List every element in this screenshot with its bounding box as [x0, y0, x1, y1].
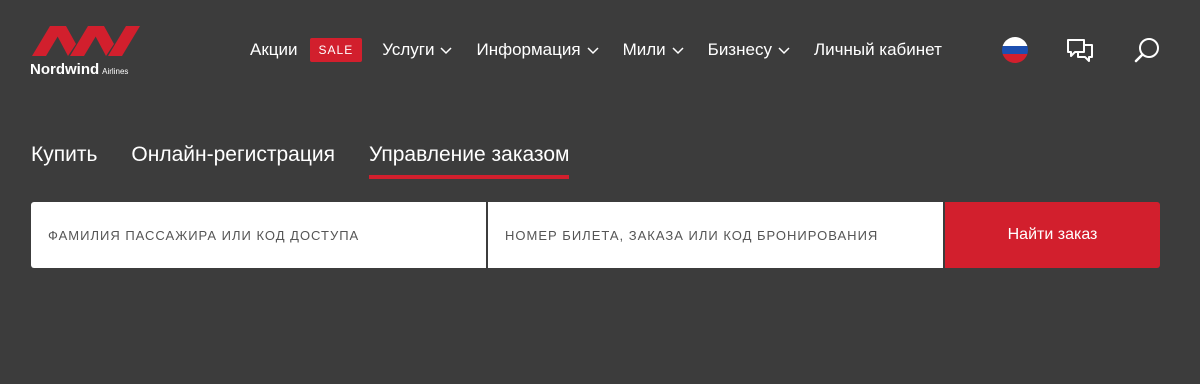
nav-item-label: Акции	[250, 40, 298, 59]
logo-wordmark: Nordwind Airlines	[30, 61, 128, 78]
tab-online-checkin[interactable]: Онлайн-регистрация	[131, 143, 335, 179]
chevron-down-icon	[778, 40, 790, 60]
passenger-surname-input[interactable]	[48, 202, 486, 268]
nav-item-label: Бизнесу	[707, 40, 772, 59]
tab-manage-booking[interactable]: Управление заказом	[368, 143, 570, 179]
nav-item-label: Информация	[476, 40, 581, 59]
search-button[interactable]	[1131, 34, 1163, 66]
chevron-down-icon	[587, 40, 599, 60]
brand-suffix: Airlines	[102, 67, 129, 76]
nav-item-information[interactable]: Информация	[476, 40, 599, 60]
nav-item-services[interactable]: Услуги	[382, 40, 453, 60]
language-switcher[interactable]	[999, 34, 1031, 66]
find-booking-button[interactable]: Найти заказ	[945, 202, 1160, 268]
tab-buy[interactable]: Купить	[31, 143, 97, 179]
chevron-down-icon	[440, 40, 453, 60]
russian-flag-icon	[1002, 37, 1028, 63]
brand-name: Nordwind	[30, 61, 100, 78]
nav-item-label: Услуги	[382, 40, 435, 59]
nav-item-miles[interactable]: Мили	[623, 40, 684, 60]
nordwind-logo-mark-icon	[32, 26, 140, 56]
sale-badge[interactable]: SALE	[309, 38, 363, 62]
nav-item-promotions[interactable]: Акции	[250, 40, 298, 60]
nav-item-account[interactable]: Личный кабинет	[814, 40, 942, 60]
ticket-number-field-wrapper	[488, 202, 943, 268]
nav-item-label: Личный кабинет	[813, 40, 942, 59]
chevron-down-icon	[672, 40, 684, 60]
ticket-number-input[interactable]	[505, 202, 943, 268]
chat-icon	[1067, 39, 1093, 62]
chat-button[interactable]	[1064, 34, 1096, 66]
passenger-surname-field-wrapper	[31, 202, 486, 268]
main-nav: Акции SALE Услуги Информация Мили Бизнес…	[250, 37, 966, 63]
nav-item-business[interactable]: Бизнесу	[708, 40, 790, 60]
booking-tabs: Купить Онлайн-регистрация Управление зак…	[31, 143, 603, 179]
nordwind-logo[interactable]: Nordwind Airlines	[30, 24, 148, 80]
search-icon	[1134, 38, 1159, 63]
manage-booking-form: Найти заказ	[31, 202, 1160, 268]
nav-item-label: Мили	[622, 40, 666, 59]
